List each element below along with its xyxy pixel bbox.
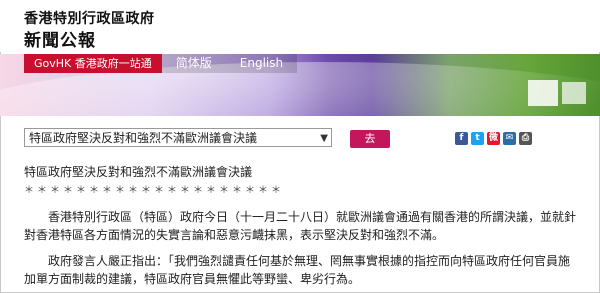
article-headline: 特區政府堅決反對和強烈不滿歐洲議會決議 [24, 165, 253, 179]
article-paragraph: 香港特別行政區（特區）政府今日（十一月二十八日）就歐洲議會通過有關香港的所謂決議… [24, 210, 577, 242]
social-share-bar: f t 微 ✉ ⎙ [455, 132, 532, 145]
page-header: 香港特別行政區政府 新聞公報 [0, 0, 600, 52]
banner-square [528, 80, 558, 106]
twitter-icon[interactable]: t [471, 132, 484, 145]
banner-square [562, 82, 586, 104]
simplified-chinese-link[interactable]: 简体版 [161, 54, 226, 73]
separator: ＊＊＊＊＊＊＊＊＊＊＊＊＊＊＊＊＊＊＊＊ [24, 185, 284, 196]
go-button[interactable]: 去 [350, 130, 390, 148]
press-release-title: 新聞公報 [24, 31, 96, 51]
article-paragraph: 政府發言人嚴正指出：「我們強烈譴責任何基於無理、罔無事實根據的指控而向特區政府任… [24, 254, 571, 286]
topic-select[interactable]: 特區政府堅決反對和強烈不滿歐洲議會決議 ▼ [24, 128, 332, 147]
top-nav: GovHK 香港政府一站通 简体版 English [24, 54, 298, 73]
print-icon[interactable]: ⎙ [519, 132, 532, 145]
government-title: 香港特別行政區政府 [24, 11, 155, 27]
topic-select-value: 特區政府堅決反對和強烈不滿歐洲議會決議 [29, 131, 258, 145]
govhk-link[interactable]: GovHK 香港政府一站通 [24, 54, 162, 73]
weibo-icon[interactable]: 微 [487, 132, 500, 145]
chevron-down-icon: ▼ [320, 133, 328, 144]
facebook-icon[interactable]: f [455, 132, 468, 145]
english-link[interactable]: English [225, 54, 298, 73]
email-icon[interactable]: ✉ [503, 132, 516, 145]
